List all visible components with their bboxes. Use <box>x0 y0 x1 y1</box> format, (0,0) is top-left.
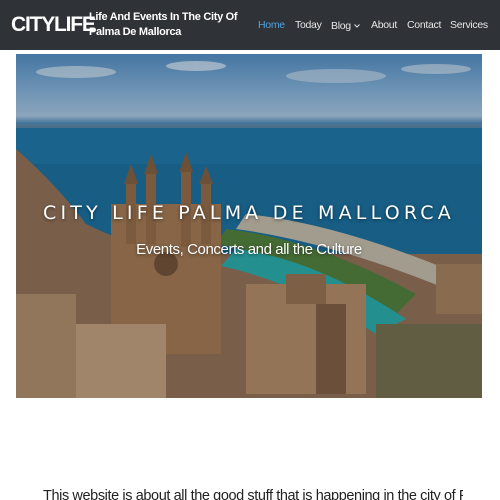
nav-item-today[interactable]: Today <box>295 18 322 32</box>
nav-item-services[interactable]: Services <box>450 18 488 32</box>
hero-subtitle: Events, Concerts and all the Culture <box>136 241 362 258</box>
hero-overlay <box>16 54 482 398</box>
chevron-down-icon <box>353 18 360 32</box>
nav-item-about[interactable]: About <box>371 18 397 32</box>
main-nav: Home Today Blog About Contact Services <box>0 18 500 34</box>
hero-banner: CITY LIFE PALMA DE MALLORCA Events, Conc… <box>16 54 482 398</box>
intro-text: This website is about all the good stuff… <box>43 488 463 500</box>
nav-item-home[interactable]: Home <box>258 18 285 32</box>
hero-title: CITY LIFE PALMA DE MALLORCA <box>43 202 455 224</box>
site-header: CITYLIFE Life And Events In The City Of … <box>0 0 500 50</box>
nav-item-blog-label: Blog <box>331 20 351 32</box>
nav-item-blog[interactable]: Blog <box>331 18 360 33</box>
nav-item-contact[interactable]: Contact <box>407 18 441 32</box>
